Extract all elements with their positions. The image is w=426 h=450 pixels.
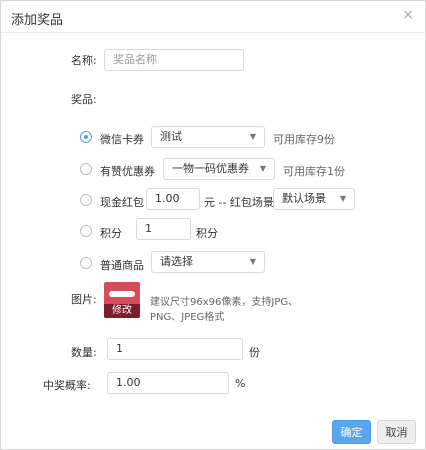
image-label: 图片:: [71, 293, 97, 306]
option-label-youzan-coupon: 有赞优惠券: [100, 165, 155, 178]
caret-down-icon: ▼: [339, 194, 346, 203]
option-label-regular-product: 普通商品: [100, 259, 144, 272]
confirm-button[interactable]: 确定: [332, 420, 371, 444]
radio-cash-redpacket[interactable]: [80, 194, 92, 206]
radio-regular-product[interactable]: [80, 257, 92, 269]
probability-input[interactable]: 1.00: [107, 372, 229, 394]
image-placeholder-icon: [109, 291, 135, 297]
dialog-header: 添加奖品 ×: [1, 1, 425, 33]
quantity-label: 数量:: [71, 346, 97, 359]
image-hint-line: PNG、JPEG格式: [150, 312, 225, 323]
cancel-button[interactable]: 取消: [377, 420, 416, 444]
caret-down-icon: ▼: [259, 164, 266, 173]
edit-image-button[interactable]: 修改: [104, 304, 140, 318]
image-hint: 建议尺寸96x96像素，支持JPG、 PNG、JPEG格式: [150, 295, 320, 325]
redpacket-scene-select[interactable]: 默认场景 ▼: [273, 188, 355, 210]
redpacket-amount-input[interactable]: 1.00: [146, 188, 200, 210]
select-value: 默认场景: [282, 192, 326, 205]
add-prize-dialog: 添加奖品 × 名称: 奖品名称 奖品: 微信卡券 测试 ▼ 可用库存9份 有赞优…: [0, 0, 426, 450]
stock-note: 可用库存1份: [283, 165, 345, 178]
quantity-input[interactable]: 1: [107, 338, 243, 360]
name-label: 名称:: [71, 54, 97, 67]
youzan-coupon-select[interactable]: 一物一码优惠券 ▼: [163, 158, 275, 180]
points-input[interactable]: 1: [136, 218, 191, 240]
option-label-wechat-coupon: 微信卡券: [100, 133, 144, 146]
caret-down-icon: ▼: [249, 132, 256, 141]
product-select[interactable]: 请选择 ▼: [151, 251, 265, 273]
name-input[interactable]: 奖品名称: [104, 49, 244, 71]
radio-points[interactable]: [80, 225, 92, 237]
redpacket-unit: 元 -- 红包场景: [204, 196, 274, 209]
close-icon[interactable]: ×: [402, 7, 414, 23]
probability-label: 中奖概率:: [43, 379, 91, 392]
select-value: 请选择: [160, 255, 193, 268]
quantity-unit: 份: [249, 346, 260, 359]
wechat-coupon-select[interactable]: 测试 ▼: [151, 126, 265, 148]
radio-wechat-coupon[interactable]: [80, 131, 92, 143]
option-label-points: 积分: [100, 227, 122, 240]
select-value: 一物一码优惠券: [172, 162, 249, 175]
points-unit: 积分: [196, 227, 218, 240]
caret-down-icon: ▼: [249, 257, 256, 266]
prize-label: 奖品:: [71, 93, 97, 106]
radio-youzan-coupon[interactable]: [80, 163, 92, 175]
option-label-cash-redpacket: 现金红包: [100, 196, 144, 209]
dialog-title: 添加奖品: [11, 13, 64, 28]
select-value: 测试: [160, 130, 182, 143]
prize-image-thumbnail[interactable]: 修改: [104, 282, 140, 318]
stock-note: 可用库存9份: [273, 133, 335, 146]
probability-unit: %: [235, 377, 246, 390]
image-hint-line: 建议尺寸96x96像素，支持JPG、: [150, 297, 299, 308]
